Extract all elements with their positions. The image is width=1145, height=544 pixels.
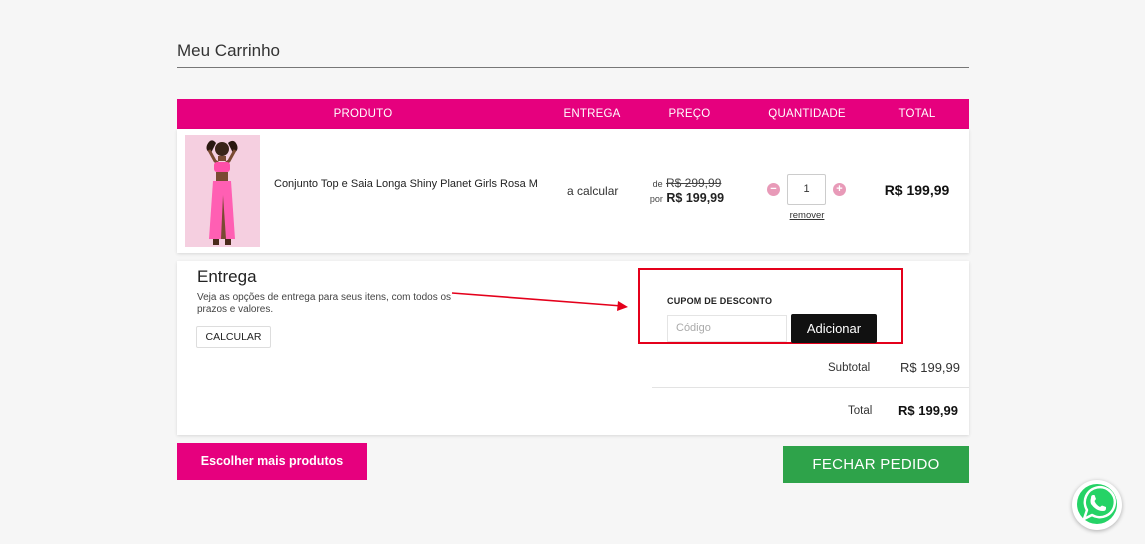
plus-circle-icon[interactable]: + [833, 183, 846, 196]
page-title: Meu Carrinho [177, 41, 280, 60]
delivery-title: Entrega [197, 267, 257, 286]
cart-item-row: Conjunto Top e Saia Longa Shiny Planet G… [177, 129, 969, 253]
product-name[interactable]: Conjunto Top e Saia Longa Shiny Planet G… [274, 177, 549, 192]
choose-more-products-button[interactable]: Escolher mais produtos [177, 443, 367, 480]
subtotal-label: Subtotal [828, 362, 871, 374]
header-preco: PREÇO [668, 108, 711, 120]
price-old-value: R$ 299,99 [665, 176, 722, 190]
header-entrega: ENTREGA [563, 108, 621, 120]
minus-circle-icon[interactable]: − [767, 183, 780, 196]
price-new-prefix: por [649, 194, 663, 204]
remove-item-link[interactable]: remover [782, 210, 832, 221]
coupon-code-input[interactable]: Código [667, 315, 787, 342]
product-image[interactable] [185, 135, 260, 247]
price-original: de R$ 299,99 [647, 176, 727, 190]
whatsapp-icon[interactable] [1072, 480, 1122, 530]
title-divider [177, 67, 969, 68]
apply-coupon-button[interactable]: Adicionar [791, 314, 877, 343]
checkout-button[interactable]: FECHAR PEDIDO [783, 446, 969, 483]
price-current: por R$ 199,99 [647, 191, 727, 205]
total-label: Total [848, 405, 873, 417]
subtotal-value: R$ 199,99 [900, 360, 960, 375]
coupon-label: CUPOM DE DESCONTO [667, 296, 773, 306]
coupon-highlight-box: CUPOM DE DESCONTO Código Adicionar [638, 268, 903, 344]
quantity-input[interactable]: 1 [787, 174, 826, 205]
delivery-status: a calcular [567, 184, 619, 198]
item-total: R$ 199,99 [884, 182, 950, 198]
cart-table-header: PRODUTO ENTREGA PREÇO QUANTIDADE TOTAL [177, 99, 969, 129]
header-quantidade: QUANTIDADE [768, 108, 846, 120]
header-total: TOTAL [898, 108, 936, 120]
calculate-shipping-button[interactable]: CALCULAR [196, 326, 271, 348]
delivery-description: Veja as opções de entrega para seus iten… [197, 292, 452, 315]
summary-divider [652, 387, 969, 388]
total-value: R$ 199,99 [898, 403, 958, 418]
price-new-value: R$ 199,99 [666, 191, 725, 205]
price-old-prefix: de [652, 179, 663, 189]
header-produto: PRODUTO [333, 108, 393, 120]
cart-summary-panel: Entrega Veja as opções de entrega para s… [177, 261, 969, 435]
